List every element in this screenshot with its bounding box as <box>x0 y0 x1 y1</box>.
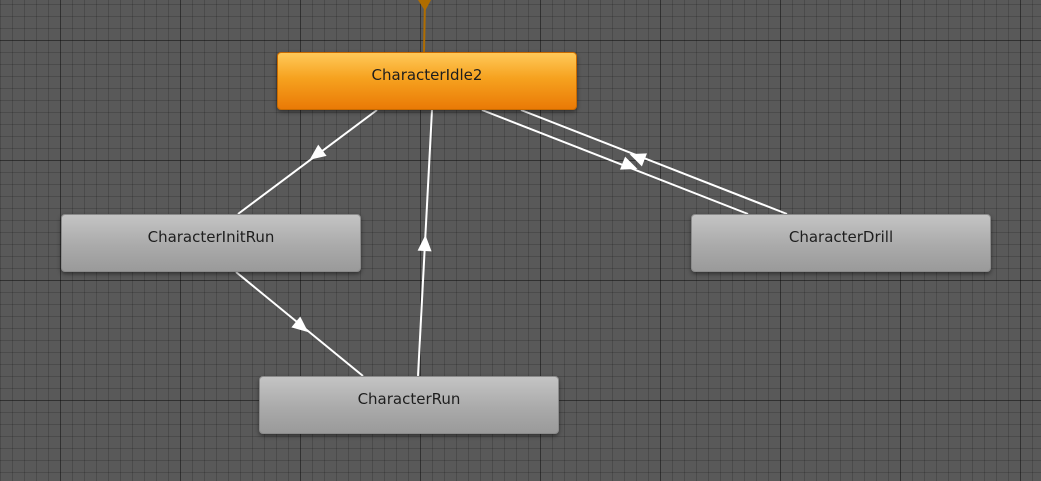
state-label: CharacterDrill <box>788 228 894 246</box>
state-label: CharacterIdle2 <box>371 66 483 84</box>
animator-graph-canvas[interactable]: CharacterIdle2 CharacterInitRun Characte… <box>0 0 1041 481</box>
state-node-character-init-run[interactable]: CharacterInitRun <box>61 214 361 272</box>
state-label: CharacterInitRun <box>147 228 275 246</box>
state-node-character-run[interactable]: CharacterRun <box>259 376 559 434</box>
transition-idle2-to-drill[interactable] <box>481 109 749 215</box>
transition-drill-to-idle2[interactable] <box>520 109 788 215</box>
state-node-character-drill[interactable]: CharacterDrill <box>691 214 991 272</box>
entry-transition-arrow <box>418 0 431 11</box>
arrow-run-to-idle2 <box>417 235 432 252</box>
state-label: CharacterRun <box>357 390 461 408</box>
transition-idle2-to-initrun[interactable] <box>237 109 378 215</box>
state-node-character-idle2[interactable]: CharacterIdle2 <box>277 52 577 110</box>
